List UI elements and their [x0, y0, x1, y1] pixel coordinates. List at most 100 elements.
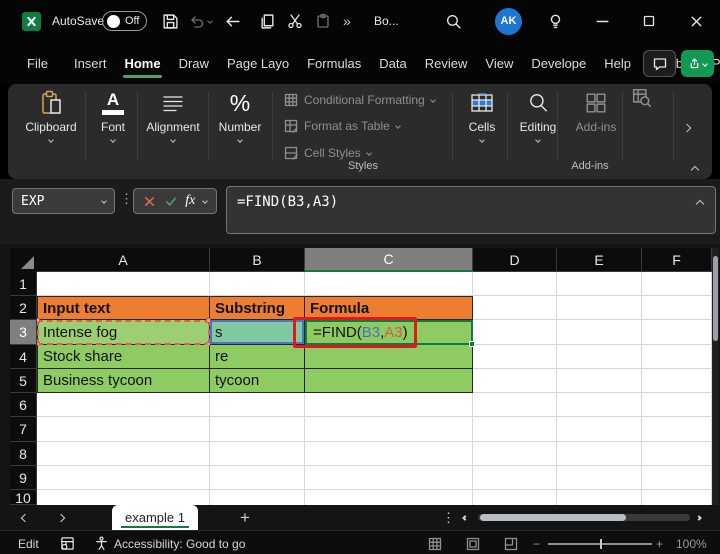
inquire-addin-button[interactable]: [632, 88, 652, 108]
zoom-slider[interactable]: [548, 532, 652, 554]
insert-function-button[interactable]: fx: [185, 193, 195, 209]
alignment-group-button[interactable]: Alignment: [140, 89, 206, 142]
row-header-3[interactable]: 3: [10, 320, 37, 345]
column-header-e[interactable]: E: [557, 248, 642, 272]
collapse-ribbon-button[interactable]: [692, 160, 698, 178]
cell-b3[interactable]: s: [210, 320, 305, 345]
name-box[interactable]: EXP: [12, 188, 115, 214]
column-header-d[interactable]: D: [473, 248, 557, 272]
cells-group-button[interactable]: Cells: [454, 89, 510, 142]
cell-a4[interactable]: Stock share: [37, 345, 210, 369]
accessibility-status[interactable]: Accessibility: Good to go: [94, 532, 245, 554]
cell-c4[interactable]: [305, 345, 473, 369]
page-layout-view-button[interactable]: [466, 532, 480, 554]
cell-c2[interactable]: Formula: [305, 296, 473, 320]
conditional-formatting-button[interactable]: Conditional Formatting: [284, 90, 435, 110]
tab-page-layout[interactable]: Page Layo: [218, 50, 298, 76]
tab-formulas[interactable]: Formulas: [298, 50, 370, 76]
column-header-f[interactable]: F: [642, 248, 712, 272]
chevron-down-icon: [170, 137, 176, 143]
column-header-c[interactable]: C: [305, 248, 473, 272]
zoom-level[interactable]: 100%: [676, 532, 707, 554]
tab-developer[interactable]: Develope: [522, 50, 595, 76]
hscroll-right-arrow[interactable]: [697, 505, 701, 530]
row-header-5[interactable]: 5: [10, 369, 37, 393]
autosave-toggle[interactable]: Off: [102, 0, 147, 42]
hscroll-left-arrow[interactable]: [463, 505, 467, 530]
cell-a3[interactable]: Intense fog: [37, 320, 210, 345]
tab-home[interactable]: Home: [115, 50, 169, 76]
row-header-1[interactable]: 1: [10, 272, 37, 296]
macro-record-button[interactable]: [60, 532, 75, 554]
row-header-4[interactable]: 4: [10, 345, 37, 369]
cell-grid[interactable]: Input text Substring Formula Intense fog…: [37, 272, 712, 505]
page-break-view-button[interactable]: [504, 532, 518, 554]
tab-insert[interactable]: Insert: [65, 50, 116, 76]
vertical-scrollbar[interactable]: [712, 248, 719, 505]
column-header-b[interactable]: B: [210, 248, 305, 272]
row-header-6[interactable]: 6: [10, 393, 37, 417]
cell-b4[interactable]: re: [210, 345, 305, 369]
cell-b5[interactable]: tycoon: [210, 369, 305, 393]
row-header-8[interactable]: 8: [10, 442, 37, 466]
column-header-a[interactable]: A: [37, 248, 210, 272]
undo-button[interactable]: [189, 0, 212, 42]
collapse-formula-bar-icon[interactable]: [696, 200, 704, 208]
row-header-10[interactable]: 10: [10, 490, 37, 505]
sheet-tab-active[interactable]: example 1: [112, 505, 198, 530]
cell-c3[interactable]: =FIND(B3,A3): [305, 320, 473, 345]
cell-a5[interactable]: Business tycoon: [37, 369, 210, 393]
sheet-next-button[interactable]: [58, 505, 64, 530]
cell-b2[interactable]: Substring: [210, 296, 305, 320]
formula-input[interactable]: =FIND(B3,A3): [226, 186, 716, 234]
addins-button[interactable]: Add-ins: [566, 89, 626, 134]
minimize-button[interactable]: [594, 0, 611, 42]
cancel-icon[interactable]: [143, 195, 156, 208]
select-all-corner[interactable]: [10, 248, 37, 272]
copy-button[interactable]: [259, 0, 276, 42]
add-sheet-button[interactable]: +: [240, 505, 250, 530]
sheet-more-button[interactable]: ⋮: [442, 505, 455, 530]
account-avatar[interactable]: AK: [495, 0, 522, 42]
excel-logo-icon[interactable]: [22, 0, 41, 42]
name-box-more-handle[interactable]: ⋮: [120, 191, 133, 207]
horizontal-scrollbar[interactable]: [478, 514, 690, 521]
zoom-out-button[interactable]: −: [533, 532, 540, 554]
tab-review[interactable]: Review: [416, 50, 477, 76]
share-button[interactable]: [681, 50, 714, 77]
back-button[interactable]: [224, 0, 241, 42]
vertical-scrollbar-thumb[interactable]: [713, 256, 718, 341]
horizontal-scrollbar-thumb[interactable]: [480, 514, 626, 521]
tips-button[interactable]: [547, 0, 564, 42]
tab-help[interactable]: Help: [595, 50, 640, 76]
save-button[interactable]: [162, 0, 179, 42]
zoom-in-button[interactable]: +: [656, 532, 663, 554]
comments-button[interactable]: [643, 50, 676, 77]
tab-draw[interactable]: Draw: [170, 50, 218, 76]
paste-button[interactable]: [315, 0, 331, 42]
search-button[interactable]: [445, 0, 462, 42]
tab-file[interactable]: File: [18, 50, 57, 76]
editing-group-button[interactable]: Editing: [510, 89, 566, 142]
clipboard-group-button[interactable]: Clipboard: [18, 89, 84, 142]
sheet-prev-button[interactable]: [22, 505, 28, 530]
cut-button[interactable]: [287, 0, 303, 42]
row-header-2[interactable]: 2: [10, 296, 37, 320]
ribbon-expand-button[interactable]: [684, 118, 690, 136]
font-group-button[interactable]: A Font: [90, 89, 136, 142]
zoom-slider-thumb[interactable]: [600, 539, 602, 549]
tab-data[interactable]: Data: [370, 50, 415, 76]
toolbar-overflow-button[interactable]: »: [343, 0, 351, 42]
tab-view[interactable]: View: [476, 50, 522, 76]
cell-c5[interactable]: [305, 369, 473, 393]
normal-view-button[interactable]: [428, 532, 442, 554]
row-header-7[interactable]: 7: [10, 417, 37, 442]
format-as-table-button[interactable]: Format as Table: [284, 116, 400, 136]
document-title[interactable]: Bo...: [374, 0, 399, 42]
number-group-button[interactable]: % Number: [210, 89, 270, 142]
maximize-button[interactable]: [641, 0, 657, 42]
close-button[interactable]: [688, 0, 705, 42]
cell-a2[interactable]: Input text: [37, 296, 210, 320]
enter-check-icon[interactable]: [164, 195, 178, 208]
row-header-9[interactable]: 9: [10, 466, 37, 490]
